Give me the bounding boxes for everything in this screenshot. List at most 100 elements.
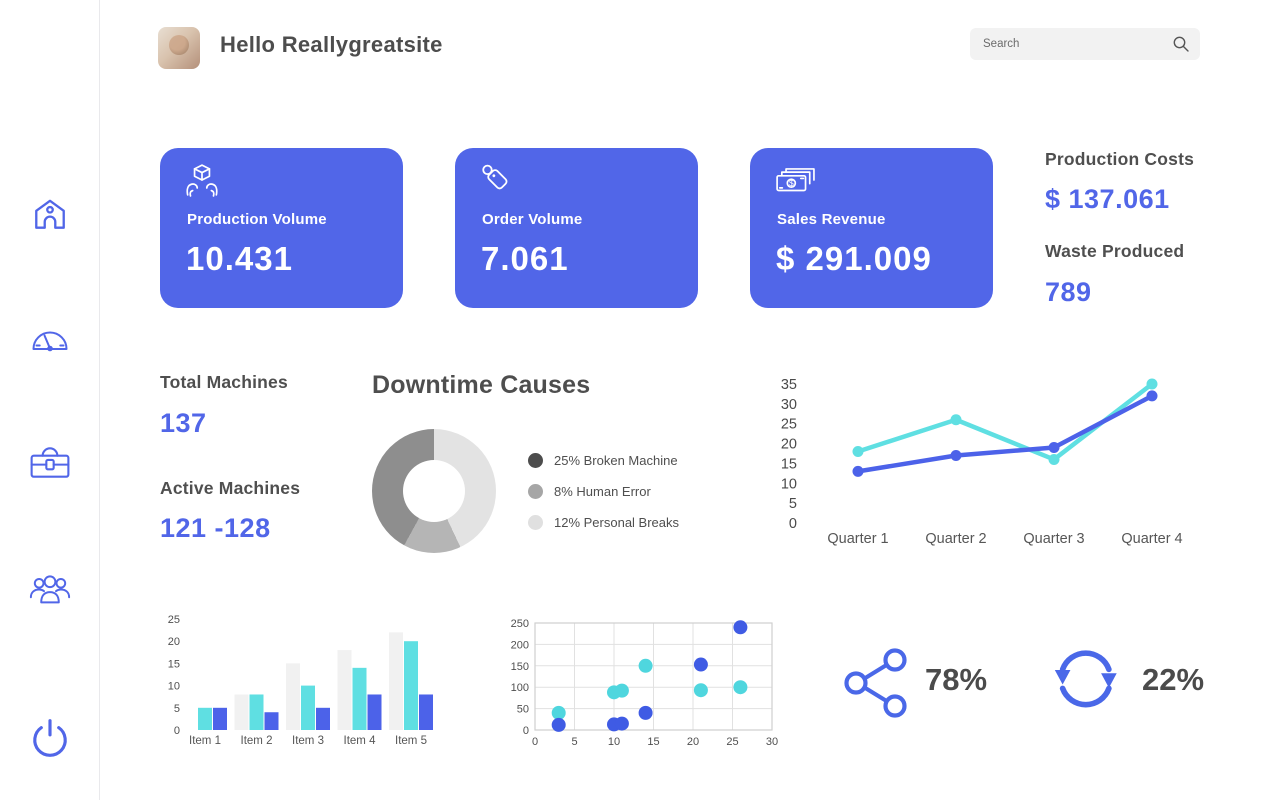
sidebar-item-users[interactable]	[0, 574, 100, 605]
stat-value: 137	[160, 408, 207, 439]
y-tick-label: 10	[781, 476, 797, 492]
x-category-label: Item 2	[241, 735, 273, 747]
home-icon	[31, 196, 69, 232]
y-tick-label: 25	[781, 417, 797, 433]
data-point	[1147, 390, 1158, 401]
gauge-icon	[29, 325, 71, 353]
stat-label: Active Machines	[160, 478, 300, 499]
stat-value: 121 -128	[160, 513, 271, 544]
x-category-label: Quarter 1	[827, 531, 888, 547]
items-bar-chart: 0510152025Item 1Item 2Item 3Item 4Item 5	[158, 608, 468, 758]
quarterly-line-chart: 35302520151050Quarter 1Quarter 2Quarter …	[762, 372, 1192, 557]
x-category-label: Item 3	[292, 735, 324, 747]
x-tick-label: 15	[647, 736, 659, 748]
card-label: Order Volume	[482, 211, 582, 228]
card-label: Production Volume	[187, 211, 327, 228]
y-tick-label: 200	[511, 639, 529, 651]
search-box	[970, 28, 1200, 60]
bar	[353, 668, 367, 730]
bar	[235, 694, 249, 730]
bar	[301, 686, 315, 730]
card-value: $ 291.009	[776, 240, 932, 278]
dashboard: Hello Reallygreatsite Production Volume …	[0, 0, 1280, 800]
legend-item: 12% Personal Breaks	[528, 514, 679, 530]
sidebar-item-performance[interactable]	[0, 325, 100, 353]
share-icon	[841, 646, 911, 725]
card-value: 7.061	[481, 240, 569, 278]
stat-label: Waste Produced	[1045, 241, 1184, 262]
users-icon	[27, 574, 73, 605]
data-point	[1049, 442, 1060, 453]
y-tick-label: 10	[168, 681, 180, 693]
y-tick-label: 25	[168, 614, 180, 626]
x-tick-label: 10	[608, 736, 620, 748]
data-point	[733, 680, 747, 694]
card-label: Sales Revenue	[777, 211, 886, 228]
donut-chart	[372, 429, 496, 553]
y-tick-label: 20	[781, 437, 797, 453]
y-tick-label: 30	[781, 397, 797, 413]
bar	[404, 641, 418, 730]
data-point	[694, 658, 708, 672]
x-category-label: Item 4	[344, 735, 377, 747]
bar	[213, 708, 227, 730]
sidebar-item-logout[interactable]	[0, 717, 100, 759]
power-icon	[31, 717, 69, 759]
y-tick-label: 20	[168, 636, 180, 648]
y-tick-label: 5	[174, 703, 180, 715]
data-point	[733, 620, 747, 634]
legend-item: 8% Human Error	[528, 483, 651, 499]
y-tick-label: 150	[511, 661, 529, 673]
y-tick-label: 5	[789, 496, 797, 512]
page-title: Hello Reallygreatsite	[220, 32, 443, 58]
sidebar	[0, 0, 100, 800]
scatter-chart: 051015202530050100150200250	[498, 613, 790, 753]
data-point	[639, 659, 653, 673]
search-icon[interactable]	[1172, 35, 1190, 53]
y-tick-label: 15	[781, 456, 797, 472]
card-value: 10.431	[186, 240, 293, 278]
hands-box-icon	[185, 161, 219, 204]
stat-label: Production Costs	[1045, 149, 1194, 170]
bar	[316, 708, 330, 730]
y-tick-label: 50	[517, 704, 529, 716]
x-tick-label: 5	[571, 736, 577, 748]
x-tick-label: 25	[726, 736, 738, 748]
legend-label: 25% Broken Machine	[554, 453, 678, 468]
bar	[198, 708, 212, 730]
stat-label: Total Machines	[160, 372, 288, 393]
legend-dot	[528, 484, 543, 499]
data-point	[615, 684, 629, 698]
card-order-volume: Order Volume 7.061	[455, 148, 698, 308]
legend-dot	[528, 515, 543, 530]
line-series	[858, 396, 1152, 471]
data-point	[853, 466, 864, 477]
bar	[389, 632, 403, 730]
avatar[interactable]	[158, 27, 200, 69]
card-sales-revenue: $ Sales Revenue $ 291.009	[750, 148, 993, 308]
section-title-downtime-causes: Downtime Causes	[372, 371, 590, 400]
line-series	[858, 384, 1152, 459]
data-point	[1147, 379, 1158, 390]
sidebar-item-home[interactable]	[0, 196, 100, 232]
sync-percentage: 22%	[1142, 662, 1204, 698]
card-production-volume: Production Volume 10.431	[160, 148, 403, 308]
y-tick-label: 0	[523, 725, 529, 737]
bar	[368, 694, 382, 730]
search-input[interactable]	[970, 28, 1172, 60]
legend-label: 12% Personal Breaks	[554, 515, 679, 530]
data-point	[694, 683, 708, 697]
y-tick-label: 100	[511, 682, 529, 694]
legend-item: 25% Broken Machine	[528, 452, 678, 468]
share-percentage: 78%	[925, 662, 987, 698]
price-tag-icon	[480, 163, 514, 204]
stat-value: $ 137.061	[1045, 184, 1170, 215]
stat-value: 789	[1045, 277, 1092, 308]
briefcase-icon	[29, 445, 71, 479]
bar	[286, 663, 300, 730]
data-point	[552, 718, 566, 732]
sidebar-item-jobs[interactable]	[0, 445, 100, 479]
banknotes-icon: $	[775, 165, 815, 200]
x-tick-label: 20	[687, 736, 699, 748]
data-point	[853, 446, 864, 457]
